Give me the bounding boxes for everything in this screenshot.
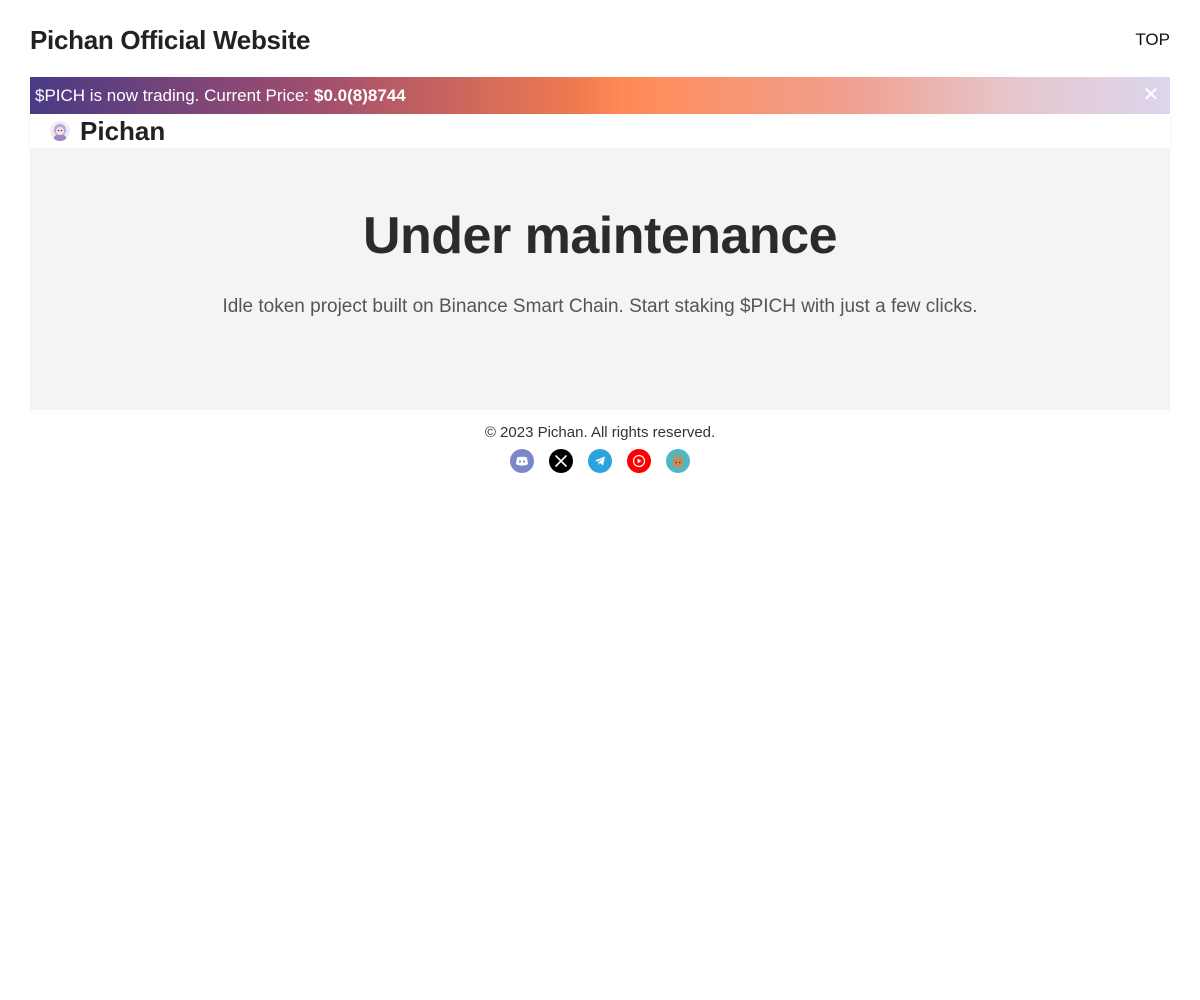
announcement-banner: $PICH is now trading. Current Price: $0.… xyxy=(30,77,1170,114)
social-links xyxy=(30,449,1170,473)
hero-subtitle: Idle token project built on Binance Smar… xyxy=(222,296,978,317)
brand-bar: Pichan xyxy=(30,114,1170,148)
hero-title: Under maintenance xyxy=(362,207,838,265)
pichan-avatar-icon[interactable] xyxy=(50,121,70,141)
brand-name[interactable]: Pichan xyxy=(80,116,165,147)
x-icon[interactable] xyxy=(549,449,573,473)
top-header: Pichan Official Website TOP xyxy=(30,20,1170,60)
youtube-icon[interactable] xyxy=(627,449,651,473)
announcement-text: $PICH is now trading. Current Price: xyxy=(35,85,309,105)
discord-icon[interactable] xyxy=(510,449,534,473)
current-price: $0.0(8)8744 xyxy=(314,85,406,105)
pancakeswap-icon[interactable] xyxy=(666,449,690,473)
telegram-icon[interactable] xyxy=(588,449,612,473)
close-icon[interactable]: ✕ xyxy=(1142,85,1160,105)
copyright-text: © 2023 Pichan. All rights reserved. xyxy=(484,424,716,441)
top-link[interactable]: TOP xyxy=(1135,30,1170,50)
page: Pichan Official Website TOP $PICH is now… xyxy=(0,0,1200,1000)
site-title-link[interactable]: Pichan Official Website xyxy=(30,25,310,56)
hero-section: Under maintenance Idle token project bui… xyxy=(30,148,1170,410)
footer: © 2023 Pichan. All rights reserved. xyxy=(30,410,1170,473)
